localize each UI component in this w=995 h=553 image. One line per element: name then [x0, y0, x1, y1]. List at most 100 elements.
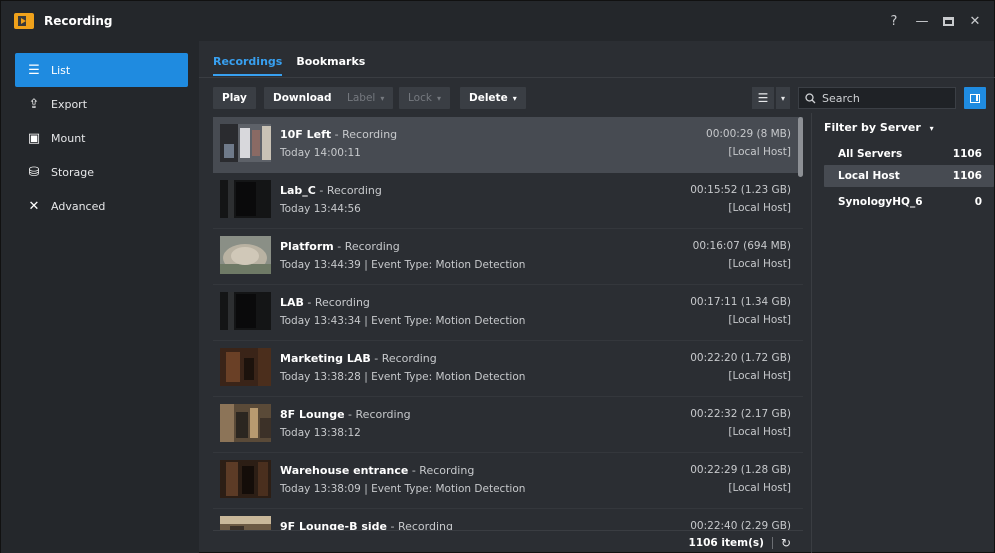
label-dropdown-button[interactable]: Label ▾ — [338, 87, 394, 109]
recording-app-icon — [14, 13, 34, 29]
sidebar-item-label: Storage — [51, 165, 95, 179]
server-name: Local Host — [838, 170, 900, 182]
tab-divider — [199, 77, 995, 78]
delete-button-text: Delete — [469, 92, 508, 104]
search-icon — [805, 92, 816, 103]
recording-title: Platform - Recording — [280, 240, 400, 253]
lock-button-text: Lock — [408, 92, 432, 104]
filter-title-dropdown[interactable]: Filter by Server ▾ — [824, 121, 934, 134]
recording-thumbnail — [220, 124, 271, 162]
tab-bookmarks[interactable]: Bookmarks — [296, 45, 365, 76]
label-button-text: Label — [347, 92, 376, 104]
mount-icon: ▣ — [27, 130, 41, 146]
sidebar-item-label: Advanced — [51, 199, 106, 213]
camera-name: Lab_C — [280, 184, 316, 197]
recording-row[interactable]: 8F Lounge - Recording Today 13:38:12 00:… — [213, 397, 803, 453]
server-name: SynologyHQ_6 — [838, 196, 923, 208]
camera-name: 10F Left — [280, 128, 332, 141]
recording-status: Recording — [326, 184, 382, 197]
recording-thumbnail — [220, 404, 271, 442]
list-scrollbar[interactable] — [798, 117, 803, 177]
filter-server-all-servers[interactable]: All Servers 1106 — [824, 143, 994, 165]
recording-row[interactable]: Platform - Recording Today 13:44:39 | Ev… — [213, 229, 803, 285]
view-mode-dropdown[interactable]: ▾ — [776, 87, 790, 109]
tab-recordings[interactable]: Recordings — [213, 45, 283, 76]
list-footer: 1106 item(s) ↻ — [213, 530, 803, 553]
window-controls: ? — ✕ — [887, 1, 982, 41]
filter-server-synologyhq-6[interactable]: SynologyHQ_6 0 — [824, 191, 994, 213]
sidebar: ☰ List ⇪ Export ▣ Mount ⛁ Storage ✕ Adva… — [1, 41, 199, 553]
recording-duration: 00:22:40 (2.29 GB) — [690, 520, 791, 530]
camera-name: LAB — [280, 296, 304, 309]
recording-time: Today 13:38:12 — [280, 427, 361, 439]
recording-title: LAB - Recording — [280, 296, 370, 309]
recording-title: 10F Left - Recording — [280, 128, 398, 141]
recording-row[interactable]: 9F Lounge-B side - Recording 00:22:40 (2… — [213, 509, 803, 530]
recording-time: Today 13:38:28 | Event Type: Motion Dete… — [280, 371, 526, 383]
recording-thumbnail — [220, 460, 271, 498]
recording-thumbnail — [220, 236, 271, 274]
delete-dropdown-button[interactable]: Delete ▾ — [460, 87, 526, 109]
recording-time: Today 13:38:09 | Event Type: Motion Dete… — [280, 483, 526, 495]
recording-row[interactable]: LAB - Recording Today 13:43:34 | Event T… — [213, 285, 803, 341]
sidebar-item-label: Export — [51, 97, 88, 111]
play-button[interactable]: Play — [213, 87, 256, 109]
footer-divider — [771, 536, 773, 549]
maximize-icon[interactable] — [943, 16, 954, 26]
sidebar-item-export[interactable]: ⇪ Export — [15, 87, 188, 121]
recording-time: Today 14:00:11 — [280, 147, 361, 159]
recording-time: Today 13:44:56 — [280, 203, 361, 215]
recording-title: Marketing LAB - Recording — [280, 352, 437, 365]
server-count: 1106 — [952, 148, 982, 160]
chevron-down-icon: ▾ — [929, 124, 934, 133]
storage-icon: ⛁ — [28, 164, 40, 180]
recording-title: 9F Lounge-B side - Recording — [280, 520, 453, 530]
recording-host: [Local Host] — [728, 258, 791, 270]
recording-row[interactable]: Warehouse entrance - Recording Today 13:… — [213, 453, 803, 509]
search-input[interactable] — [822, 91, 942, 105]
chevron-down-icon: ▾ — [780, 93, 785, 103]
recording-status: Recording — [397, 520, 453, 530]
recording-title: Warehouse entrance - Recording — [280, 464, 475, 477]
recording-duration: 00:22:20 (1.72 GB) — [690, 352, 791, 364]
sidebar-item-label: List — [51, 63, 71, 77]
recording-row[interactable]: 10F Left - Recording Today 14:00:11 00:0… — [213, 117, 803, 173]
recording-duration: 00:15:52 (1.23 GB) — [690, 184, 791, 196]
sidebar-item-mount[interactable]: ▣ Mount — [15, 121, 188, 155]
filter-panel: Filter by Server ▾ All Servers 1106 Loca… — [811, 113, 995, 553]
camera-name: 9F Lounge-B side — [280, 520, 387, 530]
search-box — [798, 87, 956, 109]
recording-status: Recording — [342, 128, 398, 141]
minimize-icon[interactable]: — — [915, 14, 929, 29]
server-name: All Servers — [838, 148, 903, 160]
recording-status: Recording — [355, 408, 411, 421]
recording-host: [Local Host] — [728, 426, 791, 438]
recording-host: [Local Host] — [728, 202, 791, 214]
recording-status: Recording — [314, 296, 370, 309]
filter-panel-toggle-button[interactable] — [964, 87, 986, 109]
view-mode-button[interactable]: ☰ — [752, 87, 774, 109]
camera-name: Platform — [280, 240, 334, 253]
recording-row[interactable]: Lab_C - Recording Today 13:44:56 00:15:5… — [213, 173, 803, 229]
help-icon[interactable]: ? — [887, 14, 901, 29]
app-title: Recording — [44, 14, 113, 28]
recording-thumbnail — [220, 292, 271, 330]
recording-time: Today 13:43:34 | Event Type: Motion Dete… — [280, 315, 526, 327]
recording-row[interactable]: Marketing LAB - Recording Today 13:38:28… — [213, 341, 803, 397]
chevron-down-icon: ▾ — [380, 93, 385, 103]
title-bar: Recording ? — ✕ — [1, 1, 994, 41]
sidebar-item-advanced[interactable]: ✕ Advanced — [15, 189, 188, 223]
advanced-tools-icon: ✕ — [28, 198, 40, 214]
sidebar-item-storage[interactable]: ⛁ Storage — [15, 155, 188, 189]
recording-host: [Local Host] — [728, 314, 791, 326]
refresh-icon[interactable]: ↻ — [781, 536, 791, 550]
sidebar-item-list[interactable]: ☰ List — [15, 53, 188, 87]
close-icon[interactable]: ✕ — [968, 14, 982, 29]
recording-list[interactable]: 10F Left - Recording Today 14:00:11 00:0… — [213, 117, 803, 530]
server-count: 1106 — [952, 170, 982, 182]
filter-server-local-host[interactable]: Local Host 1106 — [824, 165, 994, 187]
download-button[interactable]: Download — [264, 87, 341, 109]
recording-duration: 00:00:29 (8 MB) — [706, 128, 791, 140]
lock-dropdown-button[interactable]: Lock ▾ — [399, 87, 450, 109]
camera-name: 8F Lounge — [280, 408, 345, 421]
